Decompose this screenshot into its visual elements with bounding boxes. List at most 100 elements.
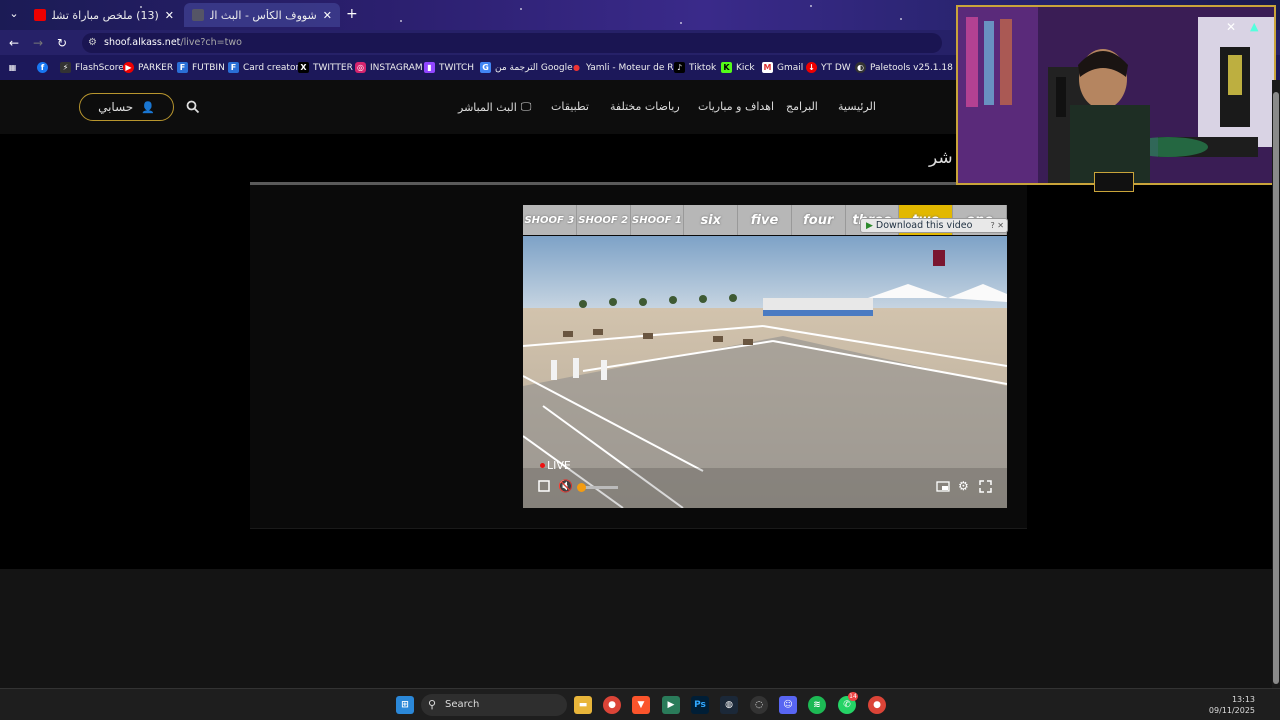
- mute-icon[interactable]: 🔇: [558, 479, 573, 493]
- divider: [250, 528, 1027, 529]
- notification-badge: 14: [848, 692, 858, 701]
- close-icon[interactable]: ✕: [323, 9, 332, 22]
- close-icon[interactable]: ✕: [165, 9, 174, 22]
- chrome-icon[interactable]: ●: [868, 696, 886, 714]
- app-icon[interactable]: ◌: [750, 696, 768, 714]
- bookmark-label: Card creator: [243, 62, 300, 73]
- triangle-logo-icon: ▲: [1250, 20, 1259, 33]
- bookmark-yt-dw[interactable]: ↓ YT DW: [806, 60, 851, 75]
- card-creator-icon: F: [228, 62, 239, 73]
- gmail-icon: M: [762, 62, 773, 73]
- flashscore-icon: ⚡: [60, 62, 71, 73]
- bookmark-label: Kick: [736, 62, 755, 73]
- nav-home[interactable]: الرئيسية: [838, 100, 876, 113]
- reload-icon[interactable]: ↻: [53, 34, 71, 52]
- help-close-icon[interactable]: ? ✕: [991, 221, 1008, 230]
- app-icon[interactable]: ▶: [662, 696, 680, 714]
- video-player[interactable]: [523, 236, 1007, 508]
- address-input[interactable]: ⚙ shoof.alkass.net/live?ch=two: [82, 33, 942, 53]
- tab-channel-shoof1[interactable]: SHOOF 1: [631, 205, 685, 235]
- nav-live-label: البث المباشر: [458, 100, 517, 114]
- bookmark-instagram[interactable]: ◎ INSTAGRAM: [355, 60, 423, 75]
- bookmark-yamli[interactable]: ● Yamli - Moteur de R...: [571, 60, 682, 75]
- new-tab-icon[interactable]: +: [346, 6, 358, 22]
- paletools-icon: ◐: [855, 62, 866, 73]
- file-explorer-icon[interactable]: ▬: [574, 696, 592, 714]
- live-indicator: LIVE: [540, 459, 571, 472]
- url-path: /live?ch=two: [180, 37, 242, 48]
- photoshop-icon[interactable]: Ps: [691, 696, 709, 714]
- bookmark-label: Yamli - Moteur de R...: [586, 62, 682, 73]
- tab-channel-six[interactable]: six: [684, 205, 739, 235]
- brave-icon[interactable]: ▼: [632, 696, 650, 714]
- youtube-icon: ▶: [123, 62, 134, 73]
- bookmark-twitter[interactable]: X TWITTER: [298, 60, 353, 75]
- bookmark-kick[interactable]: K Kick: [721, 60, 755, 75]
- account-button[interactable]: حسابي 👤: [79, 93, 174, 121]
- spotify-icon[interactable]: ≋: [808, 696, 826, 714]
- location-pin-icon: ●: [573, 63, 580, 72]
- bookmark-paletools[interactable]: ◐ Paletools v25.1.18: [855, 60, 953, 75]
- bookmark-gmail[interactable]: M Gmail: [762, 60, 803, 75]
- bookmark-label: INSTAGRAM: [370, 62, 423, 73]
- windows-taskbar: ⊞ ⚲ Search ▬ ● ▼ ▶ Ps ◍ ◌ ☺ ≋ ✆ 14 ● 13:…: [0, 688, 1280, 720]
- bookmark-twitch[interactable]: ▮ TWITCH: [424, 60, 474, 75]
- facebook-icon: f: [37, 62, 48, 73]
- tab-search-chevron-icon[interactable]: ⌄: [6, 7, 22, 23]
- bookmark-flashscore[interactable]: ⚡ FlashScore: [60, 60, 124, 75]
- scrollbar-thumb[interactable]: [1273, 92, 1279, 684]
- x-twitter-icon: X: [298, 62, 309, 73]
- site-info-icon[interactable]: ⚙: [88, 33, 97, 53]
- windows-start-icon[interactable]: ⊞: [396, 696, 414, 714]
- system-clock[interactable]: 13:13 09/11/2025: [1209, 694, 1255, 716]
- tab-channel-shoof3[interactable]: SHOOF 3: [523, 205, 577, 235]
- tab-channel-five[interactable]: five: [738, 205, 792, 235]
- chrome-icon[interactable]: ●: [603, 696, 621, 714]
- bookmark-parker[interactable]: ▶ PARKER: [123, 60, 173, 75]
- bookmark-label: TWITCH: [439, 62, 475, 73]
- bookmark-card-creator[interactable]: F Card creator: [228, 60, 299, 75]
- nav-goals[interactable]: اهداف و مباريات: [698, 100, 774, 113]
- live-dot-icon: [540, 463, 545, 468]
- search-icon[interactable]: [186, 100, 200, 114]
- forward-icon[interactable]: →: [29, 34, 47, 52]
- bookmark-facebook[interactable]: f: [37, 60, 48, 75]
- twitch-icon: ▮: [424, 62, 435, 73]
- search-icon: ⚲: [428, 698, 437, 711]
- page-title: شر: [929, 148, 953, 168]
- tab-channel-shoof2[interactable]: SHOOF 2: [577, 205, 631, 235]
- stop-icon[interactable]: [538, 480, 550, 495]
- nav-apps[interactable]: تطبيقات: [551, 100, 589, 113]
- taskbar-search-input[interactable]: ⚲ Search: [421, 694, 567, 716]
- live-label: LIVE: [547, 459, 571, 472]
- close-icon: ✕: [1226, 20, 1237, 34]
- bookmark-label: PARKER: [138, 62, 174, 73]
- tv-icon: 🖵: [520, 100, 532, 113]
- tab-channel-four[interactable]: four: [792, 205, 846, 235]
- apps-grid-icon[interactable]: ▦: [7, 60, 18, 75]
- nav-live[interactable]: البث المباشر 🖵: [458, 100, 531, 114]
- tab-title: (13) ملخص مباراة تشلسي وولفز: [52, 8, 159, 22]
- bookmark-google-translate[interactable]: G الترجمة من Google: [480, 60, 573, 75]
- nav-programs[interactable]: البرامج: [786, 100, 818, 113]
- back-icon[interactable]: ←: [5, 34, 23, 52]
- page-scrollbar[interactable]: [1272, 80, 1280, 688]
- download-video-button[interactable]: ▶ Download this video ? ✕: [860, 218, 1008, 233]
- search-placeholder: Search: [445, 699, 480, 710]
- fullscreen-icon[interactable]: [979, 480, 992, 496]
- discord-icon[interactable]: ☺: [779, 696, 797, 714]
- volume-slider-handle[interactable]: [577, 483, 586, 492]
- download-icon: ↓: [806, 62, 817, 73]
- nav-sports[interactable]: رياضات مختلفة: [610, 100, 680, 113]
- settings-gear-icon[interactable]: ⚙: [958, 479, 969, 493]
- clock-date: 09/11/2025: [1208, 706, 1255, 715]
- bookmark-tiktok[interactable]: ♪ Tiktok: [674, 60, 716, 75]
- kick-icon: K: [721, 62, 732, 73]
- steam-icon[interactable]: ◍: [720, 696, 738, 714]
- pip-icon[interactable]: [936, 481, 950, 495]
- bookmark-label: الترجمة من Google: [495, 62, 573, 73]
- browser-tab[interactable]: (13) ملخص مباراة تشلسي وولفز ✕: [26, 3, 182, 27]
- bookmark-futbin[interactable]: F FUTBIN: [177, 60, 225, 75]
- tab-title: شووف الكأس - البث المباشر - ه: [210, 8, 317, 22]
- browser-tab-active[interactable]: شووف الكأس - البث المباشر - ه ✕: [184, 3, 340, 27]
